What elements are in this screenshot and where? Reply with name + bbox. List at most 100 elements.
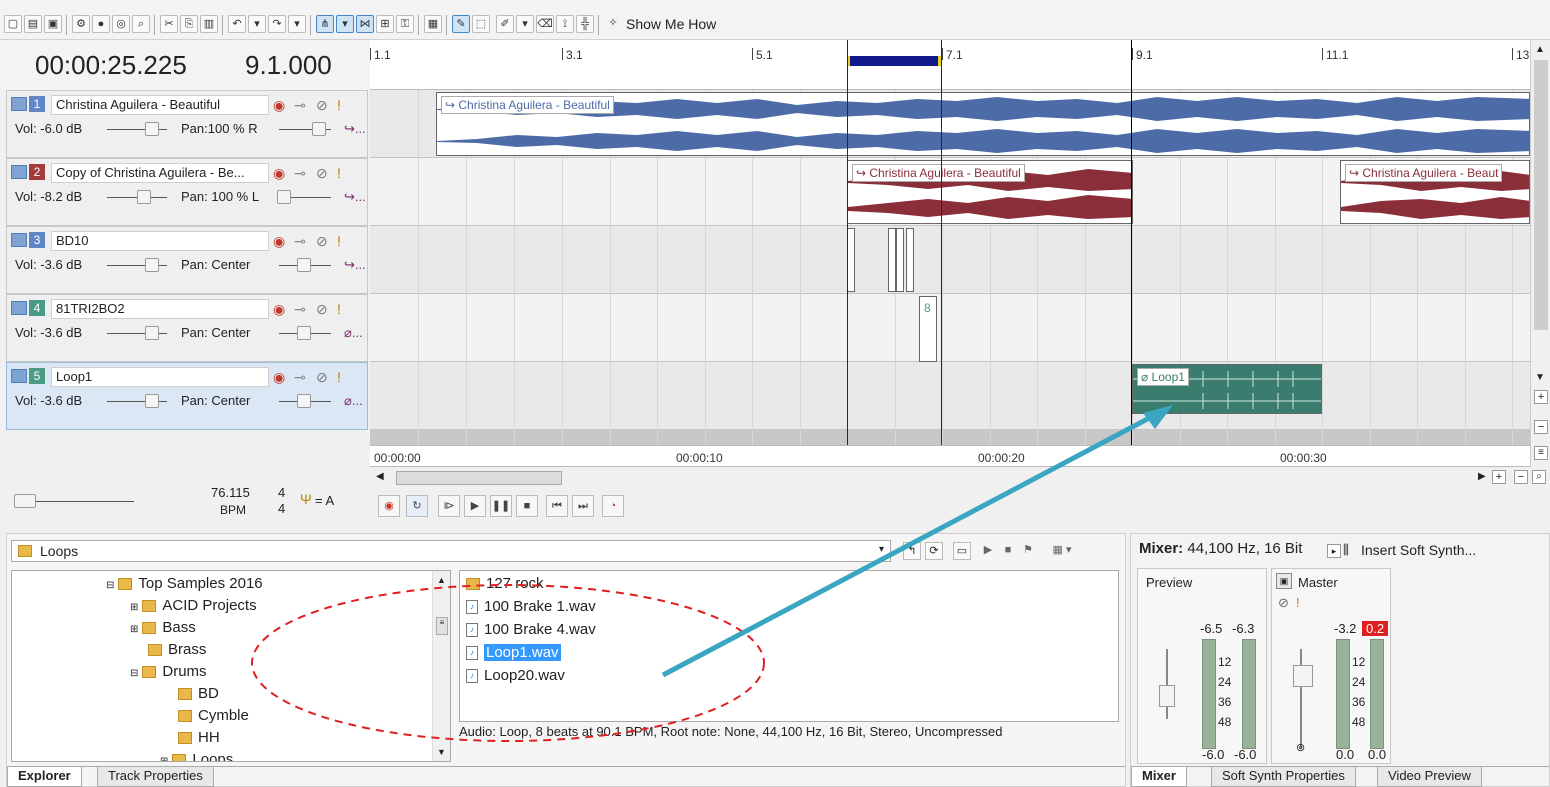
time-signature[interactable]: 4 4 (278, 485, 285, 517)
solo-icon[interactable]: ! (337, 165, 341, 181)
track-list-icon[interactable]: ≡ (1534, 446, 1548, 460)
paint-dropdown-icon[interactable]: ▾ (516, 15, 534, 33)
track-name-field[interactable]: Loop1 (51, 367, 269, 387)
record-button[interactable]: ◉ (378, 495, 400, 517)
h-scroll-thumb[interactable] (396, 471, 562, 485)
scroll-down-icon[interactable]: ▼ (1535, 372, 1545, 383)
volume-slider-knob[interactable] (145, 258, 159, 272)
solo-icon[interactable]: ! (337, 369, 341, 385)
invert-phase-icon[interactable]: ⊸ (294, 233, 306, 250)
tree-item-hh[interactable]: HH (178, 729, 220, 746)
loop-playback-button[interactable]: ↻ (406, 495, 428, 517)
cut-icon[interactable]: ✂ (160, 15, 178, 33)
time-selection-tool-icon[interactable]: ╬ (576, 15, 594, 33)
copy-icon[interactable]: ⎘ (180, 15, 198, 33)
tab-mixer[interactable]: Mixer (1131, 767, 1187, 787)
arm-record-icon[interactable]: ◉ (273, 233, 285, 250)
tree-item-acid-projects[interactable]: ⊞ ACID Projects (130, 597, 257, 614)
tab-soft-synth-properties[interactable]: Soft Synth Properties (1211, 767, 1356, 787)
mixer-options-icon[interactable]: ▸ (1327, 544, 1341, 558)
draw-tool-icon[interactable]: ✎ (452, 15, 470, 33)
mute-icon[interactable]: ⊘ (316, 369, 328, 386)
track-lane-4[interactable] (370, 294, 1530, 362)
audio-event-track2-b[interactable]: ↪ Christina Aguilera - Beaut (1340, 160, 1530, 224)
zoom-in-icon[interactable]: + (1534, 390, 1548, 404)
fx-chain-button[interactable]: ↪... (344, 121, 366, 137)
drum-hit-event[interactable] (888, 228, 896, 292)
volume-slider-knob[interactable] (137, 190, 151, 204)
solo-icon[interactable]: ! (1296, 595, 1300, 610)
arm-record-icon[interactable]: ◉ (273, 165, 285, 182)
tree-item-bd[interactable]: BD (178, 685, 219, 702)
invert-phase-icon[interactable]: ⊸ (294, 97, 306, 114)
preview-fader-knob[interactable] (1159, 685, 1175, 707)
go-to-end-button[interactable]: ⏭ (572, 495, 594, 517)
tab-explorer[interactable]: Explorer (7, 767, 82, 787)
track-expand-icon[interactable] (11, 369, 27, 383)
metronome-button[interactable]: ◔ (602, 495, 624, 517)
bpm-value[interactable]: 76.115 (211, 485, 250, 500)
expand-icon[interactable]: ⊞ (160, 756, 168, 761)
invert-phase-icon[interactable]: ⊸ (294, 165, 306, 182)
zoom-tool-icon[interactable]: ⌕ (1532, 470, 1546, 484)
pan-slider-knob[interactable] (312, 122, 326, 136)
scroll-right-icon[interactable]: ▶ (1478, 471, 1486, 482)
collapse-icon[interactable]: ⊟ (130, 668, 138, 679)
track-header-3[interactable]: 3 BD10 ◉ ⊸ ⊘ ! Vol: -3.6 dB Pan: Center … (6, 226, 368, 294)
mute-icon[interactable]: ⊘ (316, 233, 328, 250)
drum-hit-event[interactable] (896, 228, 904, 292)
mute-icon[interactable]: ⊘ (1278, 595, 1289, 611)
redo-icon[interactable]: ↷ (268, 15, 286, 33)
user-icon[interactable]: ● (92, 15, 110, 33)
collapse-icon[interactable]: ⊟ (106, 580, 114, 591)
play-button[interactable]: ▶ (464, 495, 486, 517)
expand-icon[interactable]: ⊞ (130, 624, 138, 635)
fx-chain-button[interactable]: ⌀... (344, 393, 363, 409)
mute-icon[interactable]: ⊘ (316, 165, 328, 182)
master-fader-knob[interactable] (1293, 665, 1313, 687)
solo-icon[interactable]: ! (337, 233, 341, 249)
volume-slider-knob[interactable] (145, 326, 159, 340)
tempo-slider-knob[interactable] (14, 494, 36, 508)
track-lane-3[interactable] (370, 226, 1530, 294)
pan-slider-knob[interactable] (297, 394, 311, 408)
expand-icon[interactable]: ⊞ (130, 602, 138, 613)
insert-synth-icon[interactable]: ⫼ (1343, 542, 1349, 558)
tree-item-cymble[interactable]: Cymble (178, 707, 249, 724)
stop-button[interactable]: ■ (516, 495, 538, 517)
tree-item-drums[interactable]: ⊟ Drums (130, 663, 207, 680)
envelope-tool-icon[interactable]: ⟟ (556, 15, 574, 33)
play-from-start-button[interactable]: ⧐ (438, 495, 460, 517)
scroll-left-icon[interactable]: ◀ (376, 471, 384, 482)
volume-slider-knob[interactable] (145, 122, 159, 136)
save-icon[interactable]: ▣ (44, 15, 62, 33)
key-label[interactable]: = A (315, 493, 334, 508)
paste-icon[interactable]: ▥ (200, 15, 218, 33)
search-icon[interactable]: ⌕ (132, 15, 150, 33)
track-expand-icon[interactable] (11, 301, 27, 315)
timeline-tracks[interactable]: ↪ Christina Aguilera - Beautiful ↪ Chris… (370, 90, 1530, 445)
audio-event-track1[interactable]: ↪ Christina Aguilera - Beautiful (436, 92, 1530, 156)
track-expand-icon[interactable] (11, 165, 27, 179)
fx-chain-button[interactable]: ↪... (344, 189, 366, 205)
volume-slider-knob[interactable] (145, 394, 159, 408)
drum-hit-event[interactable] (906, 228, 914, 292)
show-me-how-button[interactable]: Show Me How (626, 16, 716, 32)
paint-tool-icon[interactable]: ✐ (496, 15, 514, 33)
pan-slider-knob[interactable] (297, 326, 311, 340)
tab-track-properties[interactable]: Track Properties (97, 767, 214, 787)
track-header-2[interactable]: 2 Copy of Christina Aguilera - Be... ◉ ⊸… (6, 158, 368, 226)
h-zoom-in-icon[interactable]: + (1492, 470, 1506, 484)
render-icon[interactable]: ⚙ (72, 15, 90, 33)
snap-icon[interactable]: ⋔ (316, 15, 334, 33)
loop-region-bar[interactable] (847, 56, 941, 66)
scroll-thumb[interactable] (1534, 60, 1548, 330)
arm-record-icon[interactable]: ◉ (273, 369, 285, 386)
undo-icon[interactable]: ↶ (228, 15, 246, 33)
track-name-field[interactable]: Christina Aguilera - Beautiful (51, 95, 269, 115)
scroll-up-icon[interactable]: ▲ (1535, 44, 1545, 55)
tree-item-top-samples[interactable]: ⊟ Top Samples 2016 (106, 575, 263, 592)
lock-icon[interactable]: ⊚ (1296, 741, 1305, 754)
track-expand-icon[interactable] (11, 97, 27, 111)
pan-slider-knob[interactable] (297, 258, 311, 272)
